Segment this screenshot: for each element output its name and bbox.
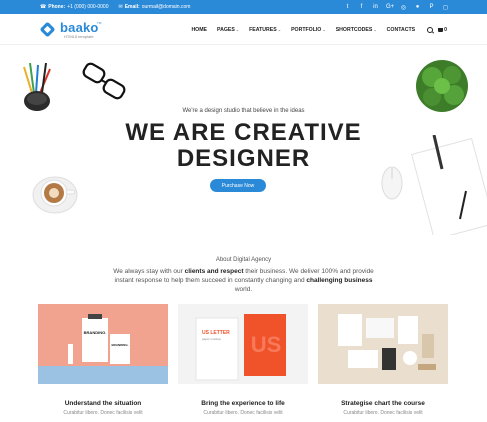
phone-icon: ☎ [40,4,47,10]
card-image-subtitle: paper mockup [202,337,221,341]
search-icon[interactable] [427,26,434,33]
nav-item-home[interactable]: HOME [191,27,207,33]
email-info: ✉ Email: ourmail@domain.com [118,4,190,10]
chevron-down-icon: ⌄ [235,27,240,32]
branding-mockup-image: BRANDING. BRANDING. [38,314,168,384]
hero-headline: WE ARE CREATIVE DESIGNER [0,120,487,172]
about-highlight: challenging business [306,277,373,284]
cart-button[interactable]: 0 [438,27,447,33]
card-image-title: BRANDING. [84,330,107,335]
service-card[interactable]: Strategise chart the course Curabitur li… [318,304,448,416]
chevron-down-icon: ⌄ [322,27,326,32]
card-title: Strategise chart the course [341,400,425,407]
nav-item-pages[interactable]: PAGES ⌄ [217,27,239,33]
about-paragraph: We always stay with our clients and resp… [110,267,377,294]
service-card[interactable]: US US LETTER paper mockup Bring the expe… [178,304,308,416]
glasses-image [82,62,126,100]
header-icons: 0 [427,26,447,33]
phone-info: ☎ Phone: +1 (000) 000-0000 [40,4,108,10]
email-icon: ✉ [118,4,123,10]
linkedin-icon[interactable]: in [372,4,379,10]
cart-icon [438,27,444,32]
coffee-cup-image [32,176,78,214]
svg-text:US: US [251,332,282,357]
pen-cup-image [23,63,51,111]
card-image [318,304,448,384]
card-image: US US LETTER paper mockup [178,304,308,384]
logo-name: baako [60,20,99,35]
facebook-icon[interactable]: f [358,4,365,10]
twitter-icon[interactable]: t [344,4,351,10]
googleplus-icon[interactable]: G+ [386,4,394,10]
email-value[interactable]: ourmail@domain.com [142,4,191,10]
hero-headline-line1: WE ARE CREATIVE [125,119,362,146]
cart-count: 0 [444,26,447,33]
nav-item-label: PORTFOLIO [291,26,322,33]
nav-item-label: HOME [191,26,207,33]
nav-item-portfolio[interactable]: PORTFOLIO ⌄ [291,27,326,33]
social-links: t f in G+ ◎ ● P ◻ [344,0,449,14]
top-bar: ☎ Phone: +1 (000) 000-0000 ✉ Email: ourm… [0,0,487,14]
main-nav: HOME PAGES ⌄ FEATURES ⌄ PORTFOLIO ⌄ SHORTCO… [191,14,447,45]
chevron-down-icon: ⌄ [277,27,282,32]
purchase-now-button[interactable]: Purchase Now [210,179,266,192]
nav-item-label: CONTACTS [386,26,416,33]
stationery-mockup-image [338,314,436,370]
hero-tagline: We're a design studio that believe in th… [182,108,305,114]
about-kicker: About Digital Agency [215,257,272,263]
about-highlight: clients and respect [184,268,244,275]
card-description: Curabitur libero. Donec facilisis velit [203,410,283,416]
logo-trademark: TM [97,21,102,25]
contact-info: ☎ Phone: +1 (000) 000-0000 ✉ Email: ourm… [40,0,190,14]
github-icon[interactable]: ● [414,4,421,10]
chevron-down-icon: ⌄ [373,27,377,32]
card-description: Curabitur libero. Donec facilisis velit [63,410,143,416]
phone-value[interactable]: +1 (000) 000-0000 [67,4,108,10]
card-image-title: US LETTER [202,330,230,336]
pinterest-icon[interactable]: P [428,4,435,10]
nav-item-shortcodes[interactable]: SHORTCODES ⌄ [336,27,377,33]
site-logo[interactable]: baako TM HTML5 template [39,20,110,40]
nav-item-features[interactable]: FEATURES ⌄ [249,27,281,33]
about-text-part: We always stay with our [113,268,185,275]
nav-item-label: FEATURES [249,26,277,33]
card-description: Curabitur libero. Donec facilisis velit [343,410,423,416]
card-title: Understand the situation [64,400,142,407]
dribbble-icon[interactable]: ◎ [400,4,407,11]
us-letter-mockup-image: US US LETTER paper mockup [195,314,286,381]
nav-item-contacts[interactable]: CONTACTS [387,27,415,33]
site-header: baako TM HTML5 template HOME PAGES ⌄ FEAT… [0,14,487,45]
logo-subtitle: HTML5 template [64,34,94,39]
email-label: Email: [124,4,140,10]
hero-headline-line2: DESIGNER [176,145,311,172]
logo-mark-icon [39,21,56,38]
phone-label: Phone: [48,4,66,10]
card-image: BRANDING. BRANDING. [38,304,168,384]
service-card[interactable]: BRANDING. BRANDING. Understand the situa… [38,304,168,416]
about-text-part: world. [234,286,253,293]
hero-section: We're a design studio that believe in th… [0,45,487,235]
svg-text:BRANDING.: BRANDING. [112,343,129,347]
instagram-icon[interactable]: ◻ [442,4,449,11]
nav-item-label: SHORTCODES [335,26,373,33]
nav-item-label: PAGES [217,26,235,33]
card-title: Bring the experience to life [201,400,285,407]
